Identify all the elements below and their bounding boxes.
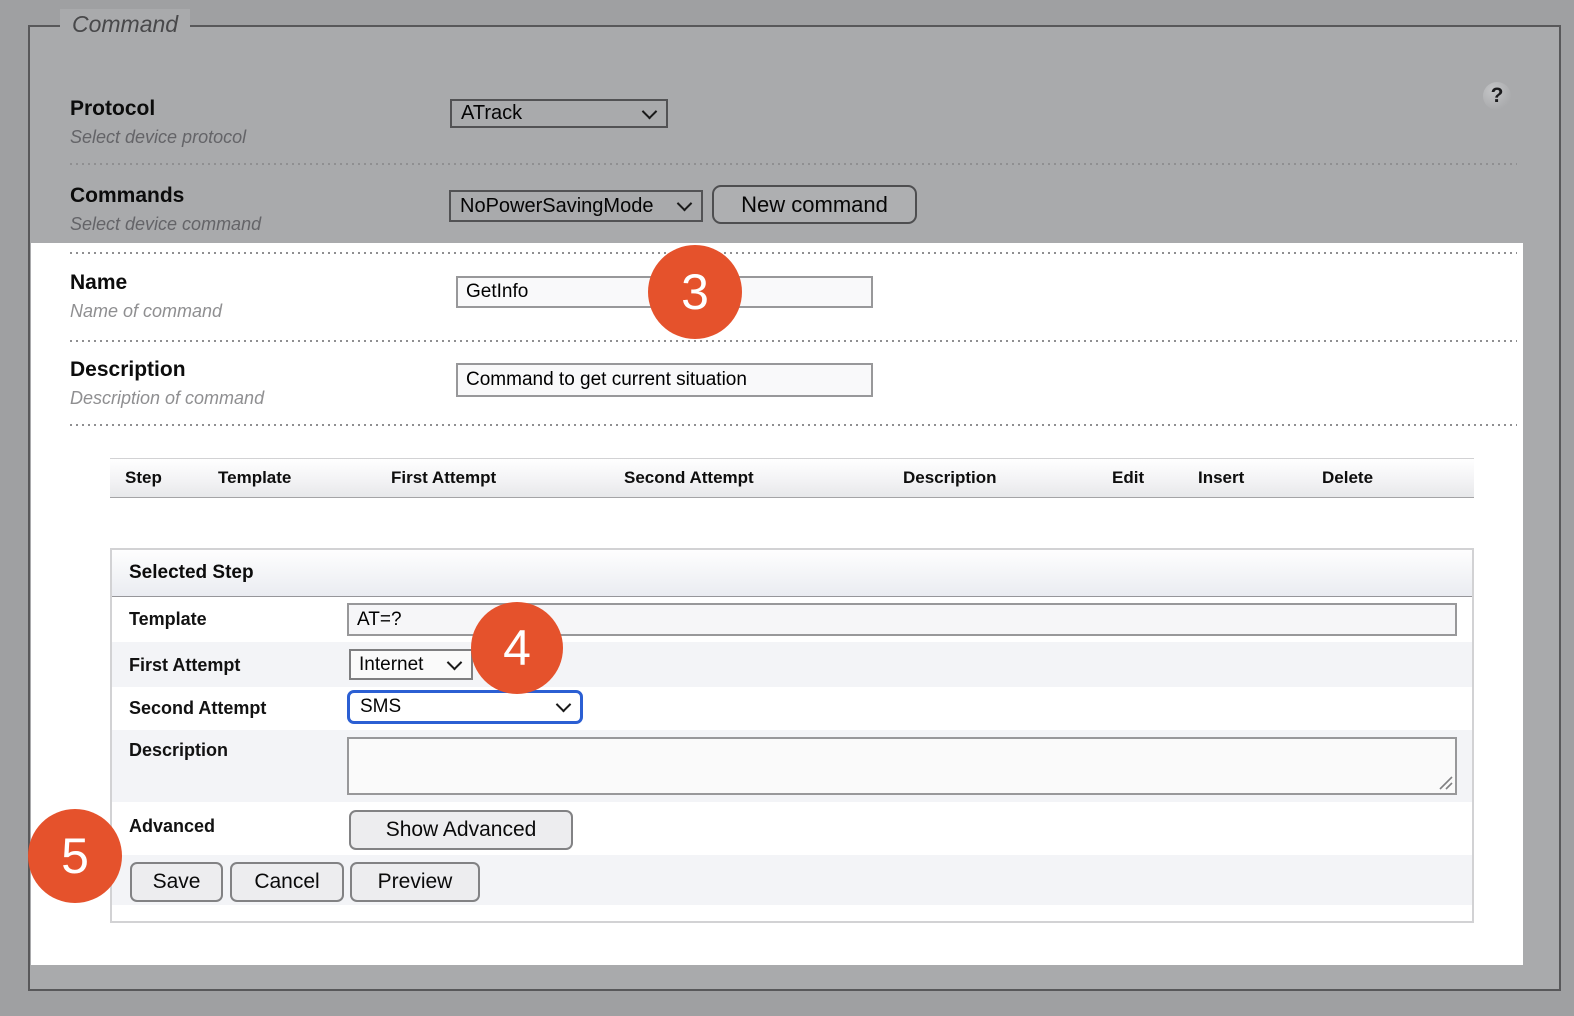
column-header-edit: Edit	[1112, 468, 1145, 487]
protocol-label: Protocol	[70, 97, 156, 120]
step-description-row: Description	[112, 730, 1472, 802]
save-button[interactable]: Save	[130, 862, 223, 902]
second-attempt-select[interactable]: SMS	[347, 690, 583, 724]
column-header-first-attempt: First Attempt	[391, 468, 497, 487]
commands-label: Commands	[70, 184, 185, 207]
chevron-down-icon	[446, 654, 463, 670]
name-label: Name	[70, 271, 128, 294]
first-attempt-select[interactable]: Internet	[349, 649, 473, 680]
selected-step-title: Selected Step	[129, 562, 254, 583]
section-divider	[70, 163, 1517, 165]
protocol-select-value: ATrack	[461, 102, 523, 124]
commands-select-value: NoPowerSavingMode	[460, 194, 654, 217]
second-attempt-select-value: SMS	[360, 696, 402, 717]
protocol-hint: Select device protocol	[70, 127, 247, 147]
step-description-textarea[interactable]	[347, 737, 1457, 795]
second-attempt-label: Second Attempt	[129, 698, 267, 718]
annotation-badge-4: 4	[471, 602, 563, 694]
chevron-down-icon	[555, 696, 572, 713]
commands-select[interactable]: NoPowerSavingMode	[449, 190, 703, 222]
description-hint: Description of command	[70, 388, 265, 408]
chevron-down-icon	[641, 103, 658, 119]
selected-step-box: Selected Step Template First Attempt Int…	[110, 548, 1474, 923]
commands-hint: Select device command	[70, 214, 262, 234]
preview-button[interactable]: Preview	[350, 862, 480, 902]
name-hint: Name of command	[70, 301, 223, 321]
first-attempt-row: First Attempt Internet	[112, 642, 1472, 687]
new-command-button[interactable]: New command	[712, 185, 917, 224]
protocol-select[interactable]: ATrack	[450, 99, 668, 128]
template-row: Template	[112, 597, 1472, 642]
step-description-label: Description	[129, 740, 229, 760]
steps-table-header: Step Template First Attempt Second Attempt D…	[110, 458, 1474, 498]
advanced-row: Advanced Show Advanced	[112, 802, 1472, 855]
filler-row	[112, 905, 1472, 921]
column-header-description: Description	[903, 468, 997, 487]
fieldset-legend: Command	[60, 9, 191, 40]
selected-step-header: Selected Step	[112, 550, 1472, 597]
annotation-badge-3: 3	[648, 245, 742, 339]
column-header-second-attempt: Second Attempt	[624, 468, 754, 487]
template-label: Template	[129, 609, 207, 629]
advanced-label: Advanced	[129, 816, 216, 836]
command-editor-screen: Command ? Protocol Select device protoco…	[0, 0, 1574, 1016]
second-attempt-row: Second Attempt SMS	[112, 687, 1472, 730]
column-header-template: Template	[218, 468, 292, 487]
description-input[interactable]	[456, 363, 873, 397]
section-divider	[70, 252, 1517, 254]
cancel-button[interactable]: Cancel	[230, 862, 344, 902]
first-attempt-label: First Attempt	[129, 655, 241, 675]
column-header-delete: Delete	[1322, 468, 1374, 487]
show-advanced-button[interactable]: Show Advanced	[349, 810, 573, 850]
help-icon[interactable]: ?	[1483, 82, 1511, 110]
section-divider	[70, 424, 1517, 426]
column-header-insert: Insert	[1198, 468, 1245, 487]
annotation-badge-5: 5	[28, 809, 122, 903]
first-attempt-select-value: Internet	[359, 653, 424, 675]
chevron-down-icon	[676, 195, 693, 212]
actions-row: Save Cancel Preview	[112, 855, 1472, 905]
description-label: Description	[70, 358, 186, 381]
column-header-step: Step	[125, 468, 162, 487]
section-divider	[70, 340, 1517, 342]
